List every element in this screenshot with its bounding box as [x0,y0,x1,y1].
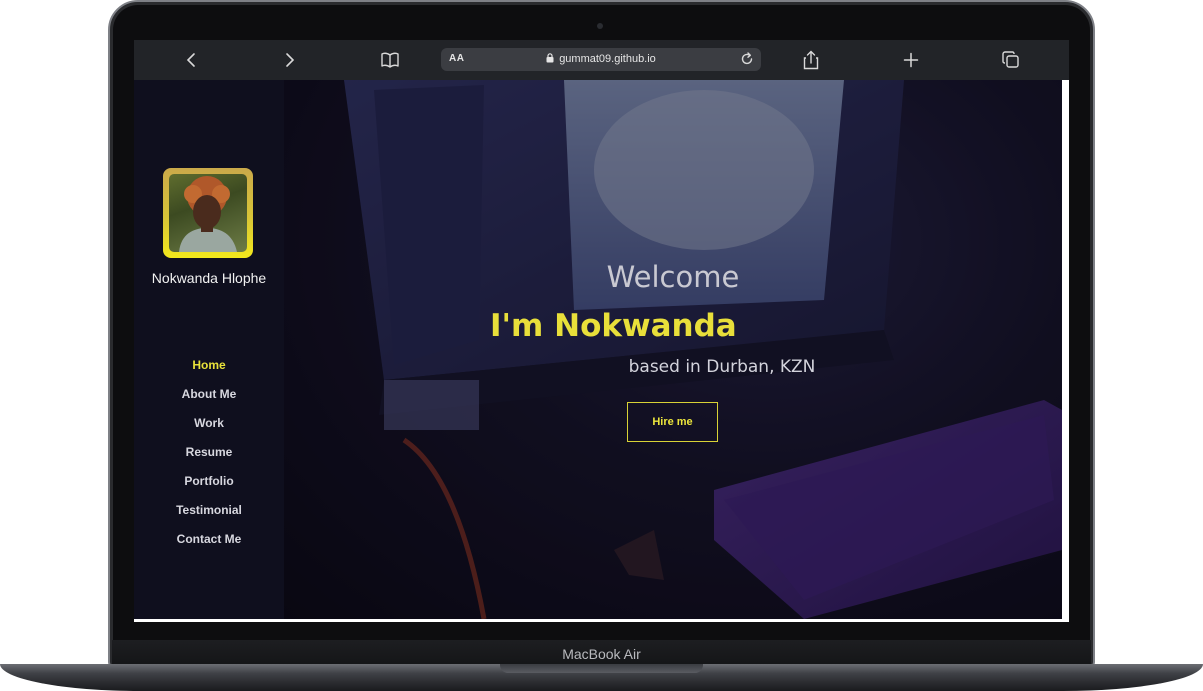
camera [597,23,603,29]
typed-headline: I'm Nokwanda Hlophe [490,308,744,350]
tabs-icon[interactable] [999,48,1023,72]
nav-item-portfolio[interactable]: Portfolio [134,473,284,502]
nav-item-about[interactable]: About Me [134,386,284,415]
nav-item-work[interactable]: Work [134,415,284,444]
profile-photo [169,174,247,252]
typed-headline-text: I'm Nokwanda Hlophe [490,308,744,344]
new-tab-icon[interactable] [899,48,923,72]
laptop-notch [500,664,703,673]
hero-section: Welcome I'm Nokwanda Hlophe based in Dur… [284,80,1062,619]
nav-item-testimonial[interactable]: Testimonial [134,502,284,531]
browser-toolbar: AA gummat09.github.io [134,40,1069,80]
nav-item-resume[interactable]: Resume [134,444,284,473]
nav-item-contact[interactable]: Contact Me [134,531,284,560]
hero-welcome: Welcome [606,260,740,294]
bookmarks-icon[interactable] [378,48,402,72]
profile-name: Nokwanda Hlophe [151,270,267,286]
forward-icon[interactable] [278,48,302,72]
main-nav: Home About Me Work Resume Portfolio Test… [134,357,284,560]
reload-icon[interactable] [739,51,755,72]
web-page: Nokwanda Hlophe Home About Me Work Resum… [134,80,1062,619]
share-icon[interactable] [799,48,823,72]
back-icon[interactable] [179,48,203,72]
nav-item-home[interactable]: Home [134,357,284,386]
address-bar[interactable]: AA gummat09.github.io [441,48,761,71]
hero-location: based in Durban, KZN [628,357,816,377]
url-display: gummat09.github.io [441,53,761,66]
url-text: gummat09.github.io [559,53,656,65]
hire-me-button[interactable]: Hire me [627,402,718,442]
avatar [163,168,253,258]
laptop-screen: AA gummat09.github.io Nokwanda Hlophe Ho… [134,40,1069,622]
lock-icon [546,53,554,66]
model-label: MacBook Air [562,646,641,662]
laptop-mockup: AA gummat09.github.io Nokwanda Hlophe Ho… [0,0,1203,691]
sidebar: Nokwanda Hlophe Home About Me Work Resum… [134,80,284,619]
